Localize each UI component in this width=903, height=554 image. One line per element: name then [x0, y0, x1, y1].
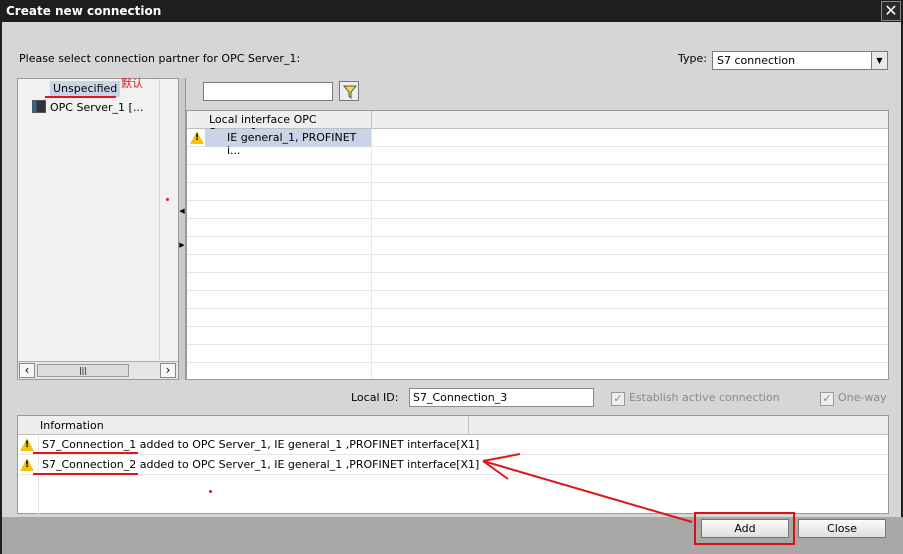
close-button[interactable]: Close: [798, 519, 886, 538]
window-title-bar: Create new connection ✕: [0, 0, 903, 22]
empty-grid-row: [187, 255, 888, 273]
empty-grid-cell: [205, 327, 372, 345]
connection-1-underline: [33, 452, 138, 454]
empty-grid-cell: [205, 273, 372, 291]
empty-grid-cell: [205, 237, 372, 255]
interface-filter-area: [186, 78, 889, 110]
filter-icon[interactable]: [339, 81, 359, 101]
local-interface-row-label[interactable]: IE general_1, PROFINET i...: [205, 129, 372, 157]
warning-icon: [20, 438, 34, 451]
information-message-row[interactable]: S7_Connection_1 added to OPC Server_1, I…: [18, 435, 888, 455]
empty-grid-row: [187, 165, 888, 183]
empty-grid-cell: [205, 309, 372, 327]
connection-type-label: Type:: [678, 52, 707, 65]
one-way-checkbox-icon[interactable]: ✓: [820, 392, 834, 406]
information-message-row[interactable]: S7_Connection_2 added to OPC Server_1, I…: [18, 455, 888, 475]
local-interface-header-row: Local interface OPC Server_1: [187, 111, 888, 139]
expand-right-icon[interactable]: ▶: [179, 238, 185, 252]
connection-type-select[interactable]: S7 connection ▼: [712, 51, 888, 70]
empty-grid-row: [187, 219, 888, 237]
empty-grid-row: [187, 237, 888, 255]
information-panel: Information S7_Connection_1 added to OPC…: [17, 415, 889, 514]
connection-partner-label: Please select connection partner for OPC…: [19, 52, 301, 65]
empty-grid-row: [187, 309, 888, 327]
local-id-label: Local ID:: [351, 391, 399, 404]
empty-grid-row: [187, 327, 888, 345]
empty-grid-row: [187, 345, 888, 363]
one-way-label: One-way: [838, 391, 887, 404]
empty-grid-cell: [205, 201, 372, 219]
information-header-divider: [468, 416, 469, 435]
warning-icon: [20, 458, 34, 471]
scroll-left-icon[interactable]: ‹: [19, 363, 35, 378]
empty-grid-cell: [205, 183, 372, 201]
collapse-left-icon[interactable]: ◀: [179, 204, 185, 218]
tree-horizontal-scrollbar[interactable]: ‹ ||| ›: [18, 361, 178, 379]
interface-filter-input[interactable]: [203, 82, 333, 101]
empty-grid-row: [187, 363, 888, 379]
empty-grid-cell: [205, 345, 372, 363]
close-window-icon[interactable]: ✕: [881, 1, 901, 21]
empty-grid-cell: [205, 363, 372, 379]
information-message: S7_Connection_2 added to OPC Server_1, I…: [42, 458, 480, 471]
connection-2-underline: [33, 473, 138, 475]
information-header: Information: [18, 416, 888, 435]
tree-item-opc-server[interactable]: OPC Server_1 [...: [32, 100, 143, 116]
information-header-label: Information: [40, 419, 104, 432]
empty-grid-row: [187, 147, 888, 165]
empty-grid-row: [187, 201, 888, 219]
dropdown-arrow-icon[interactable]: ▼: [871, 52, 887, 69]
tree-vertical-line: [159, 79, 160, 362]
empty-grid-cell: [205, 255, 372, 273]
local-interface-row[interactable]: IE general_1, PROFINET i...: [187, 129, 888, 157]
annotation-dot: [166, 198, 169, 201]
annotation-dot: [209, 490, 212, 493]
establish-active-checkbox-icon[interactable]: ✓: [611, 392, 625, 406]
local-id-input[interactable]: S7_Connection_3: [409, 388, 594, 407]
tree-item-unspecified[interactable]: Unspecified: [50, 81, 121, 97]
scroll-right-icon[interactable]: ›: [160, 363, 176, 378]
scroll-thumb[interactable]: |||: [37, 364, 129, 377]
connection-partner-tree[interactable]: Unspecified 默认 OPC Server_1 [... ‹ ||| ›: [17, 77, 179, 380]
local-interface-column-header[interactable]: Local interface OPC Server_1: [205, 111, 372, 139]
empty-grid-cell: [205, 219, 372, 237]
empty-grid-cell: [205, 165, 372, 183]
establish-active-label: Establish active connection: [629, 391, 780, 404]
add-button-highlight: [694, 512, 795, 545]
empty-grid-row: [187, 273, 888, 291]
empty-grid-cell: [205, 291, 372, 309]
panel-splitter[interactable]: ◀ ▶: [178, 78, 186, 380]
default-annotation: 默认: [121, 77, 143, 90]
empty-grid-row: [187, 183, 888, 201]
device-icon: [32, 100, 46, 113]
window-title: Create new connection: [6, 4, 162, 18]
empty-grid-cell: [205, 147, 372, 165]
warning-icon: [190, 131, 204, 144]
tree-item-opc-server-label: OPC Server_1 [...: [50, 101, 144, 114]
connection-type-value: S7 connection: [717, 54, 796, 67]
local-interface-grid[interactable]: Local interface OPC Server_1 IE general_…: [186, 110, 889, 380]
empty-grid-row: [187, 291, 888, 309]
information-message: S7_Connection_1 added to OPC Server_1, I…: [42, 438, 480, 451]
unspecified-underline: [45, 96, 116, 98]
